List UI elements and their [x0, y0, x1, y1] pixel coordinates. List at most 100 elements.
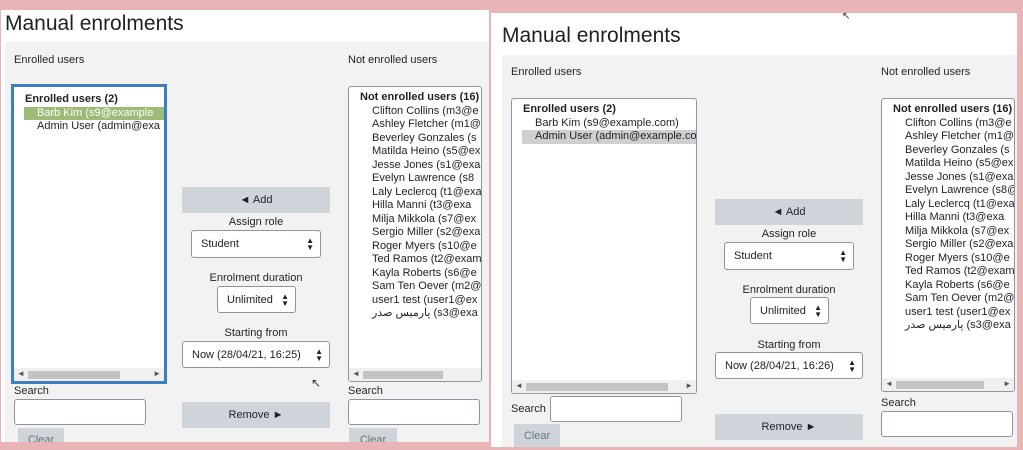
- remove-button[interactable]: Remove ►: [715, 414, 863, 440]
- not-enrolled-user-option[interactable]: Roger Myers (s10@e: [349, 240, 481, 254]
- page-title: Manual enrolments: [5, 12, 184, 35]
- enrolled-user-option[interactable]: Admin User (admin@exa: [14, 120, 164, 134]
- not-enrolled-user-option[interactable]: Roger Myers (s10@e: [882, 252, 1014, 266]
- starting-from-value: Now (28/04/21, 16:26): [725, 359, 834, 372]
- starting-from-value: Now (28/04/21, 16:25): [192, 348, 301, 361]
- left-enrolment-panel: Manual enrolments Enrolled users Not enr…: [1, 10, 489, 442]
- not-enrolled-user-option[interactable]: Milja Mikkola (s7@ex: [349, 213, 481, 227]
- not-enrolled-user-option[interactable]: Evelyn Lawrence (s8: [349, 172, 481, 186]
- not-enrolled-users-label: Not enrolled users: [348, 54, 438, 66]
- not-enrolled-user-option[interactable]: Matilda Heino (s5@ex: [882, 157, 1014, 171]
- not-enrolled-user-option[interactable]: Clifton Collins (m3@e: [349, 105, 481, 119]
- not-enrolled-user-option[interactable]: Matilda Heino (s5@ex: [349, 145, 481, 159]
- add-button[interactable]: ◄ Add: [182, 187, 330, 213]
- not-enrolled-user-option[interactable]: Sam Ten Oever (m2@: [882, 292, 1014, 306]
- right-enrolment-panel: Manual enrolments ↖ Enrolled users Not e…: [491, 13, 1017, 447]
- enrolled-user-option[interactable]: Barb Kim (s9@example.com): [512, 117, 696, 131]
- not-enrolled-user-option[interactable]: Jesse Jones (s1@exa: [882, 171, 1014, 185]
- enrolled-clear-button[interactable]: Clear: [514, 424, 560, 447]
- scrollbar-thumb[interactable]: [896, 381, 984, 389]
- not-enrolled-user-option[interactable]: پارمیس صدر (s3@exa: [882, 319, 1014, 333]
- not-enrolled-user-option[interactable]: Ashley Fletcher (m1@: [349, 118, 481, 132]
- enrolment-duration-label: Enrolment duration: [742, 284, 836, 296]
- scroll-left-icon[interactable]: ◄: [515, 381, 523, 390]
- assign-role-label: Assign role: [761, 228, 817, 240]
- scroll-right-icon[interactable]: ►: [685, 381, 693, 390]
- not-enrolled-user-option[interactable]: Sam Ten Oever (m2@: [349, 280, 481, 294]
- not-enrolled-clear-button[interactable]: Clear: [349, 428, 397, 442]
- enrolled-search-label: Search: [14, 385, 49, 397]
- role-select-value: Student: [734, 250, 772, 262]
- not-enrolled-user-option[interactable]: user1 test (user1@ex: [349, 294, 481, 308]
- enrolled-user-option[interactable]: Admin User (admin@example.co: [522, 130, 696, 144]
- remove-button[interactable]: Remove ►: [182, 402, 330, 428]
- scrollbar-thumb[interactable]: [526, 383, 668, 391]
- horizontal-scrollbar[interactable]: ◄ ►: [14, 368, 164, 381]
- not-enrolled-user-option[interactable]: Ted Ramos (t2@exam: [882, 265, 1014, 279]
- not-enrolled-user-option[interactable]: user1 test (user1@ex: [882, 306, 1014, 320]
- enrolled-users-label: Enrolled users: [511, 66, 582, 78]
- not-enrolled-user-option[interactable]: Ashley Fletcher (m1@: [882, 130, 1014, 144]
- scroll-left-icon[interactable]: ◄: [352, 369, 360, 378]
- duration-select[interactable]: Unlimited ▲ ▼: [217, 286, 296, 313]
- not-enrolled-user-option[interactable]: Sergio Miller (s2@exa: [349, 226, 481, 240]
- page-title: Manual enrolments: [502, 24, 681, 47]
- scrollbar-thumb[interactable]: [363, 371, 443, 379]
- role-select-value: Student: [201, 238, 239, 250]
- not-enrolled-user-option[interactable]: پارمیس صدر (s3@exa: [349, 307, 481, 321]
- updown-arrows-icon: ▲ ▼: [839, 248, 847, 264]
- scroll-right-icon[interactable]: ►: [153, 369, 161, 378]
- enrolled-clear-button[interactable]: Clear: [18, 428, 64, 442]
- enrolled-users-group: Enrolled users (2): [523, 103, 616, 115]
- scroll-left-icon[interactable]: ◄: [885, 379, 893, 388]
- updown-arrows-icon: ▲ ▼: [315, 346, 323, 363]
- not-enrolled-user-option[interactable]: Clifton Collins (m3@e: [882, 117, 1014, 131]
- starting-from-select[interactable]: Now (28/04/21, 16:25) ▲ ▼: [182, 341, 330, 368]
- enrolled-users-listbox[interactable]: Enrolled users (2) Barb Kim (s9@example …: [11, 84, 167, 384]
- updown-arrows-icon: ▲ ▼: [848, 357, 856, 374]
- not-enrolled-user-option[interactable]: Jesse Jones (s1@exa: [349, 159, 481, 173]
- role-select[interactable]: Student ▲ ▼: [724, 242, 854, 270]
- enrolled-search-input[interactable]: [14, 399, 146, 425]
- not-enrolled-user-option[interactable]: Kayla Roberts (s6@e: [882, 279, 1014, 293]
- updown-arrows-icon: ▲ ▼: [814, 302, 822, 319]
- enrolled-user-option[interactable]: Barb Kim (s9@example: [24, 106, 164, 120]
- enrolled-search-input[interactable]: [550, 396, 682, 422]
- not-enrolled-users-listbox[interactable]: Not enrolled users (16) Clifton Collins …: [348, 86, 482, 382]
- not-enrolled-user-option[interactable]: Beverley Gonzales (s: [882, 144, 1014, 158]
- mouse-pointer-icon: ↖: [842, 13, 851, 22]
- not-enrolled-user-option[interactable]: Kayla Roberts (s6@e: [349, 267, 481, 281]
- role-select[interactable]: Student ▲ ▼: [191, 230, 321, 258]
- not-enrolled-user-option[interactable]: Hilla Manni (t3@exa: [349, 199, 481, 213]
- enrolled-users-listbox[interactable]: Enrolled users (2) Barb Kim (s9@example.…: [511, 98, 697, 394]
- scroll-right-icon[interactable]: ►: [1003, 379, 1011, 388]
- add-button[interactable]: ◄ Add: [715, 199, 863, 225]
- not-enrolled-user-option[interactable]: Laly Leclercq (t1@exa: [349, 186, 481, 200]
- starting-from-label: Starting from: [224, 327, 288, 339]
- enrolment-duration-label: Enrolment duration: [209, 272, 303, 284]
- not-enrolled-user-option[interactable]: Evelyn Lawrence (s8@: [882, 184, 1014, 198]
- not-enrolled-user-option[interactable]: Sergio Miller (s2@exa: [882, 238, 1014, 252]
- not-enrolled-user-option[interactable]: Ted Ramos (t2@exam: [349, 253, 481, 267]
- not-enrolled-user-option[interactable]: Hilla Manni (t3@exa: [882, 211, 1014, 225]
- not-enrolled-users-listbox[interactable]: Not enrolled users (16) Clifton Collins …: [881, 98, 1015, 392]
- not-enrolled-user-option[interactable]: Laly Leclercq (t1@exa: [882, 198, 1014, 212]
- updown-arrows-icon: ▲ ▼: [306, 236, 314, 252]
- mouse-pointer-icon: ↖: [311, 376, 322, 390]
- horizontal-scrollbar[interactable]: ◄: [349, 368, 481, 381]
- not-enrolled-user-option[interactable]: Milja Mikkola (s7@ex: [882, 225, 1014, 239]
- horizontal-scrollbar[interactable]: ◄ ►: [512, 380, 696, 393]
- not-enrolled-search-input[interactable]: [348, 399, 480, 425]
- updown-arrows-icon: ▲ ▼: [281, 291, 289, 308]
- enrolled-search-label: Search: [511, 403, 546, 415]
- not-enrolled-search-input[interactable]: [881, 411, 1013, 437]
- scroll-left-icon[interactable]: ◄: [17, 369, 25, 378]
- not-enrolled-users-label: Not enrolled users: [881, 66, 971, 78]
- horizontal-scrollbar[interactable]: ◄ ►: [882, 378, 1014, 391]
- starting-from-select[interactable]: Now (28/04/21, 16:26) ▲ ▼: [715, 352, 863, 379]
- duration-select[interactable]: Unlimited ▲ ▼: [750, 297, 829, 324]
- not-enrolled-search-label: Search: [881, 397, 916, 409]
- not-enrolled-user-option[interactable]: Beverley Gonzales (s: [349, 132, 481, 146]
- scrollbar-thumb[interactable]: [28, 371, 120, 379]
- enrolled-users-group: Enrolled users (2): [25, 93, 118, 105]
